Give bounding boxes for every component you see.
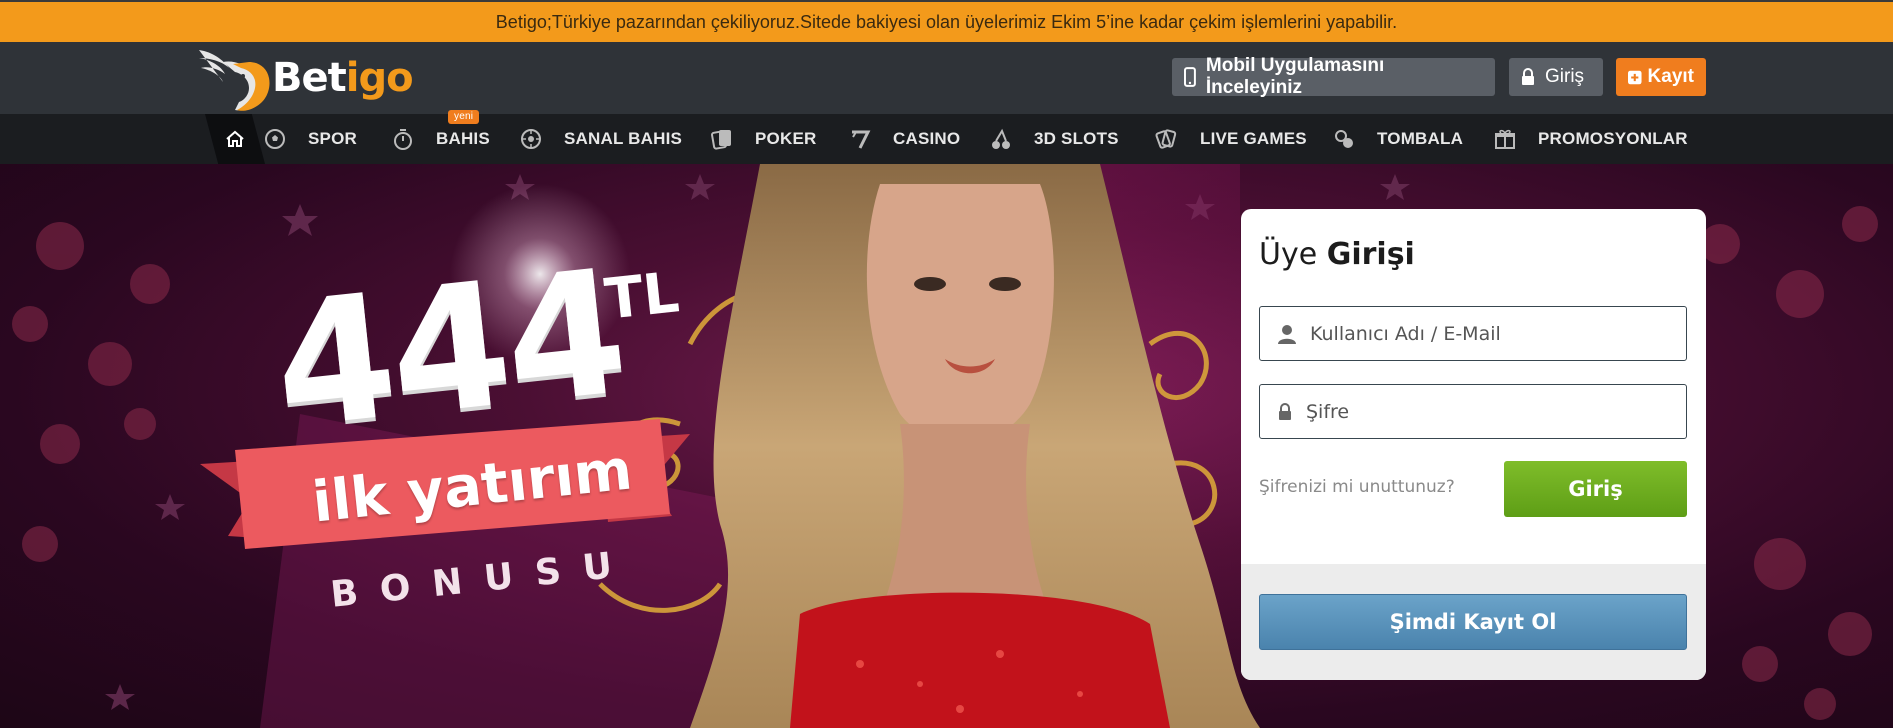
live-cards-icon <box>1155 129 1177 149</box>
pegasus-logo-icon <box>199 50 270 111</box>
login-submit-button[interactable]: Giriş <box>1504 461 1687 517</box>
register-now-button[interactable]: Şimdi Kayıt Ol <box>1259 594 1687 650</box>
seven-icon <box>852 130 871 149</box>
password-field[interactable] <box>1259 384 1687 439</box>
nav-item-promosyonlar[interactable]: PROMOSYONLAR <box>1494 114 1688 164</box>
bingo-balls-icon <box>1335 130 1353 148</box>
nav-item-label: SPOR <box>308 129 357 148</box>
user-icon <box>1278 324 1296 344</box>
forgot-password-link[interactable]: Şifrenizi mi unuttunuz? <box>1259 477 1455 497</box>
nav-item-bahis[interactable]: BAHIS yeni <box>392 110 490 164</box>
login-title: Üye Girişi <box>1259 237 1415 272</box>
nav-item-label: LIVE GAMES <box>1200 129 1307 148</box>
logo-text-bet: Bet <box>272 55 347 101</box>
nav-item-label: BAHIS <box>436 129 490 148</box>
bonus-currency: TL <box>601 260 683 333</box>
nav-item-sanal-bahis[interactable]: SANAL BAHIS <box>520 114 682 164</box>
nav-item-poker[interactable]: POKER <box>711 114 816 164</box>
lock-icon <box>1279 402 1291 420</box>
username-field[interactable] <box>1259 306 1687 361</box>
register-section: Şimdi Kayıt Ol <box>1241 564 1706 680</box>
stopwatch-icon <box>394 129 412 150</box>
virtual-wheel-icon <box>521 129 541 149</box>
home-icon <box>226 130 244 147</box>
nav-item-spor[interactable]: SPOR <box>264 114 357 164</box>
username-input[interactable] <box>1310 322 1670 345</box>
bonus-amount: 444 <box>265 231 631 467</box>
header-register-button[interactable]: Kayıt <box>1616 58 1706 96</box>
cards-icon <box>711 130 731 150</box>
nav-item-label: PROMOSYONLAR <box>1538 129 1688 148</box>
nav-item-label: CASINO <box>893 129 961 148</box>
header-register-label: Kayıt <box>1647 66 1694 87</box>
announcement-bar: Betigo;Türkiye pazarından çekiliyoruz.Si… <box>0 0 1893 42</box>
nav-item-live-games[interactable]: LIVE GAMES <box>1154 114 1307 164</box>
logo-text-igo: igo <box>345 55 414 101</box>
header-login-button[interactable]: Giriş <box>1509 58 1603 96</box>
nav-item-label: SANAL BAHIS <box>564 129 683 148</box>
header-login-label: Giriş <box>1545 66 1585 87</box>
nav-home[interactable] <box>205 114 265 164</box>
mobile-app-button[interactable]: Mobil Uygulamasını İnceleyiniz <box>1172 55 1495 98</box>
site-header: Betigo Mobil Uygulamasını İnceleyiniz Gi… <box>0 42 1893 114</box>
nav-item-casino[interactable]: CASINO <box>849 114 960 164</box>
nav-item-label: TOMBALA <box>1377 129 1464 148</box>
login-title-light: Üye <box>1259 237 1318 272</box>
nav-item-tombala[interactable]: TOMBALA <box>1333 114 1463 164</box>
soccer-ball-icon <box>265 129 285 149</box>
bonus-amount-value: 444 <box>265 231 632 468</box>
logo[interactable]: Betigo <box>193 42 414 114</box>
main-nav: SPOR BAHIS yeni SANAL BAHIS POKER CASINO… <box>0 110 1893 164</box>
plus-square-icon <box>1628 70 1642 84</box>
lock-icon <box>1522 68 1534 85</box>
login-title-bold: Girişi <box>1326 237 1415 272</box>
login-card: Üye Girişi Şifrenizi mi unuttunuz? Giriş… <box>1241 209 1706 680</box>
mobile-app-label: Mobil Uygulamasını İnceleyiniz <box>1205 55 1385 98</box>
mobile-phone-icon <box>1184 67 1196 87</box>
password-input[interactable] <box>1306 400 1666 423</box>
nav-item-3d-slots[interactable]: 3D SLOTS <box>990 114 1119 164</box>
logo-text: Betigo <box>272 55 414 101</box>
cherries-icon <box>992 128 1010 149</box>
nav-item-label: 3D SLOTS <box>1034 129 1119 148</box>
nav-item-label: POKER <box>755 129 817 148</box>
new-badge: yeni <box>448 110 480 124</box>
gift-icon <box>1495 129 1515 149</box>
announcement-text: Betigo;Türkiye pazarından çekiliyoruz.Si… <box>495 11 1398 32</box>
